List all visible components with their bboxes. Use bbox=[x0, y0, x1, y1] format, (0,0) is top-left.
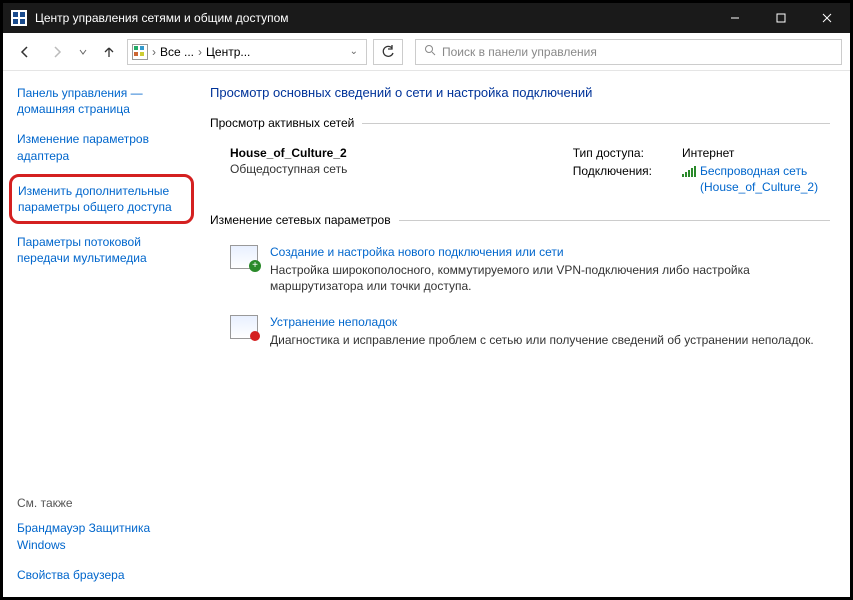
divider bbox=[362, 123, 830, 124]
address-bar[interactable]: › Все ... › Центр... ⌄ bbox=[127, 39, 367, 65]
refresh-button[interactable] bbox=[373, 39, 403, 65]
active-networks-label: Просмотр активных сетей bbox=[210, 116, 354, 130]
chevron-right-icon: › bbox=[152, 45, 156, 59]
troubleshoot-desc: Диагностика и исправление проблем с сеть… bbox=[270, 332, 830, 348]
network-type: Общедоступная сеть bbox=[230, 162, 573, 176]
network-info: House_of_Culture_2 Общедоступная сеть bbox=[230, 146, 573, 195]
sidebar-adapter-link[interactable]: Изменение параметров адаптера bbox=[17, 131, 188, 163]
change-settings-section: Изменение сетевых параметров bbox=[210, 213, 830, 227]
nav-bar: › Все ... › Центр... ⌄ Поиск в панели уп… bbox=[3, 33, 850, 71]
forward-button[interactable] bbox=[43, 38, 71, 66]
access-type-value: Интернет bbox=[682, 146, 830, 160]
network-name: House_of_Culture_2 bbox=[230, 146, 573, 160]
address-dropdown[interactable]: ⌄ bbox=[346, 46, 362, 57]
maximize-button[interactable] bbox=[758, 3, 804, 33]
connection-link-text: Беспроводная сеть (House_of_Culture_2) bbox=[700, 164, 830, 195]
setup-connection-desc: Настройка широкополосного, коммутируемог… bbox=[270, 262, 830, 294]
highlighted-box: Изменить дополнительные параметры общего… bbox=[9, 174, 194, 224]
troubleshoot-icon bbox=[230, 315, 258, 339]
sidebar-firewall-link[interactable]: Брандмауэр Защитника Windows bbox=[17, 520, 188, 552]
window-controls bbox=[712, 3, 850, 33]
sidebar: Панель управления — домашняя страница Из… bbox=[3, 71, 198, 597]
back-button[interactable] bbox=[11, 38, 39, 66]
task-troubleshoot: Устранение неполадок Диагностика и испра… bbox=[210, 307, 830, 360]
search-placeholder: Поиск в панели управления bbox=[442, 45, 597, 59]
content: Просмотр основных сведений о сети и наст… bbox=[198, 71, 850, 597]
window: Центр управления сетями и общим доступом bbox=[0, 0, 853, 600]
search-input[interactable]: Поиск в панели управления bbox=[415, 39, 842, 65]
close-button[interactable] bbox=[804, 3, 850, 33]
breadcrumb-center[interactable]: Центр... bbox=[206, 45, 250, 59]
sidebar-home-link[interactable]: Панель управления — домашняя страница bbox=[17, 85, 188, 117]
body: Панель управления — домашняя страница Из… bbox=[3, 71, 850, 597]
troubleshoot-link[interactable]: Устранение неполадок bbox=[270, 315, 830, 329]
connection-link[interactable]: Беспроводная сеть (House_of_Culture_2) bbox=[682, 164, 830, 195]
access-type-label: Тип доступа: bbox=[573, 146, 652, 160]
minimize-button[interactable] bbox=[712, 3, 758, 33]
setup-connection-icon bbox=[230, 245, 258, 269]
breadcrumb-all[interactable]: Все ... bbox=[160, 45, 194, 59]
see-also-heading: См. также bbox=[17, 496, 188, 510]
search-icon bbox=[424, 44, 436, 59]
sidebar-advanced-sharing-link[interactable]: Изменить дополнительные параметры общего… bbox=[18, 183, 185, 215]
app-icon bbox=[11, 10, 27, 26]
up-button[interactable] bbox=[95, 38, 123, 66]
active-networks-section: Просмотр активных сетей bbox=[210, 116, 830, 130]
connections-label: Подключения: bbox=[573, 164, 652, 178]
divider bbox=[399, 220, 830, 221]
active-network-row: House_of_Culture_2 Общедоступная сеть Ти… bbox=[210, 140, 830, 213]
page-heading: Просмотр основных сведений о сети и наст… bbox=[210, 85, 830, 100]
control-panel-icon bbox=[132, 44, 148, 60]
chevron-right-icon: › bbox=[198, 45, 202, 59]
sidebar-browser-props-link[interactable]: Свойства браузера bbox=[17, 567, 188, 583]
setup-connection-link[interactable]: Создание и настройка нового подключения … bbox=[270, 245, 830, 259]
titlebar: Центр управления сетями и общим доступом bbox=[3, 3, 850, 33]
sidebar-media-streaming-link[interactable]: Параметры потоковой передачи мультимедиа bbox=[17, 234, 188, 266]
window-title: Центр управления сетями и общим доступом bbox=[35, 11, 712, 25]
task-setup-connection: Создание и настройка нового подключения … bbox=[210, 237, 830, 306]
change-settings-label: Изменение сетевых параметров bbox=[210, 213, 391, 227]
network-details: Тип доступа: Интернет Подключения: Беспр… bbox=[573, 146, 830, 195]
recent-dropdown[interactable] bbox=[75, 38, 91, 66]
wifi-signal-icon bbox=[682, 166, 696, 177]
